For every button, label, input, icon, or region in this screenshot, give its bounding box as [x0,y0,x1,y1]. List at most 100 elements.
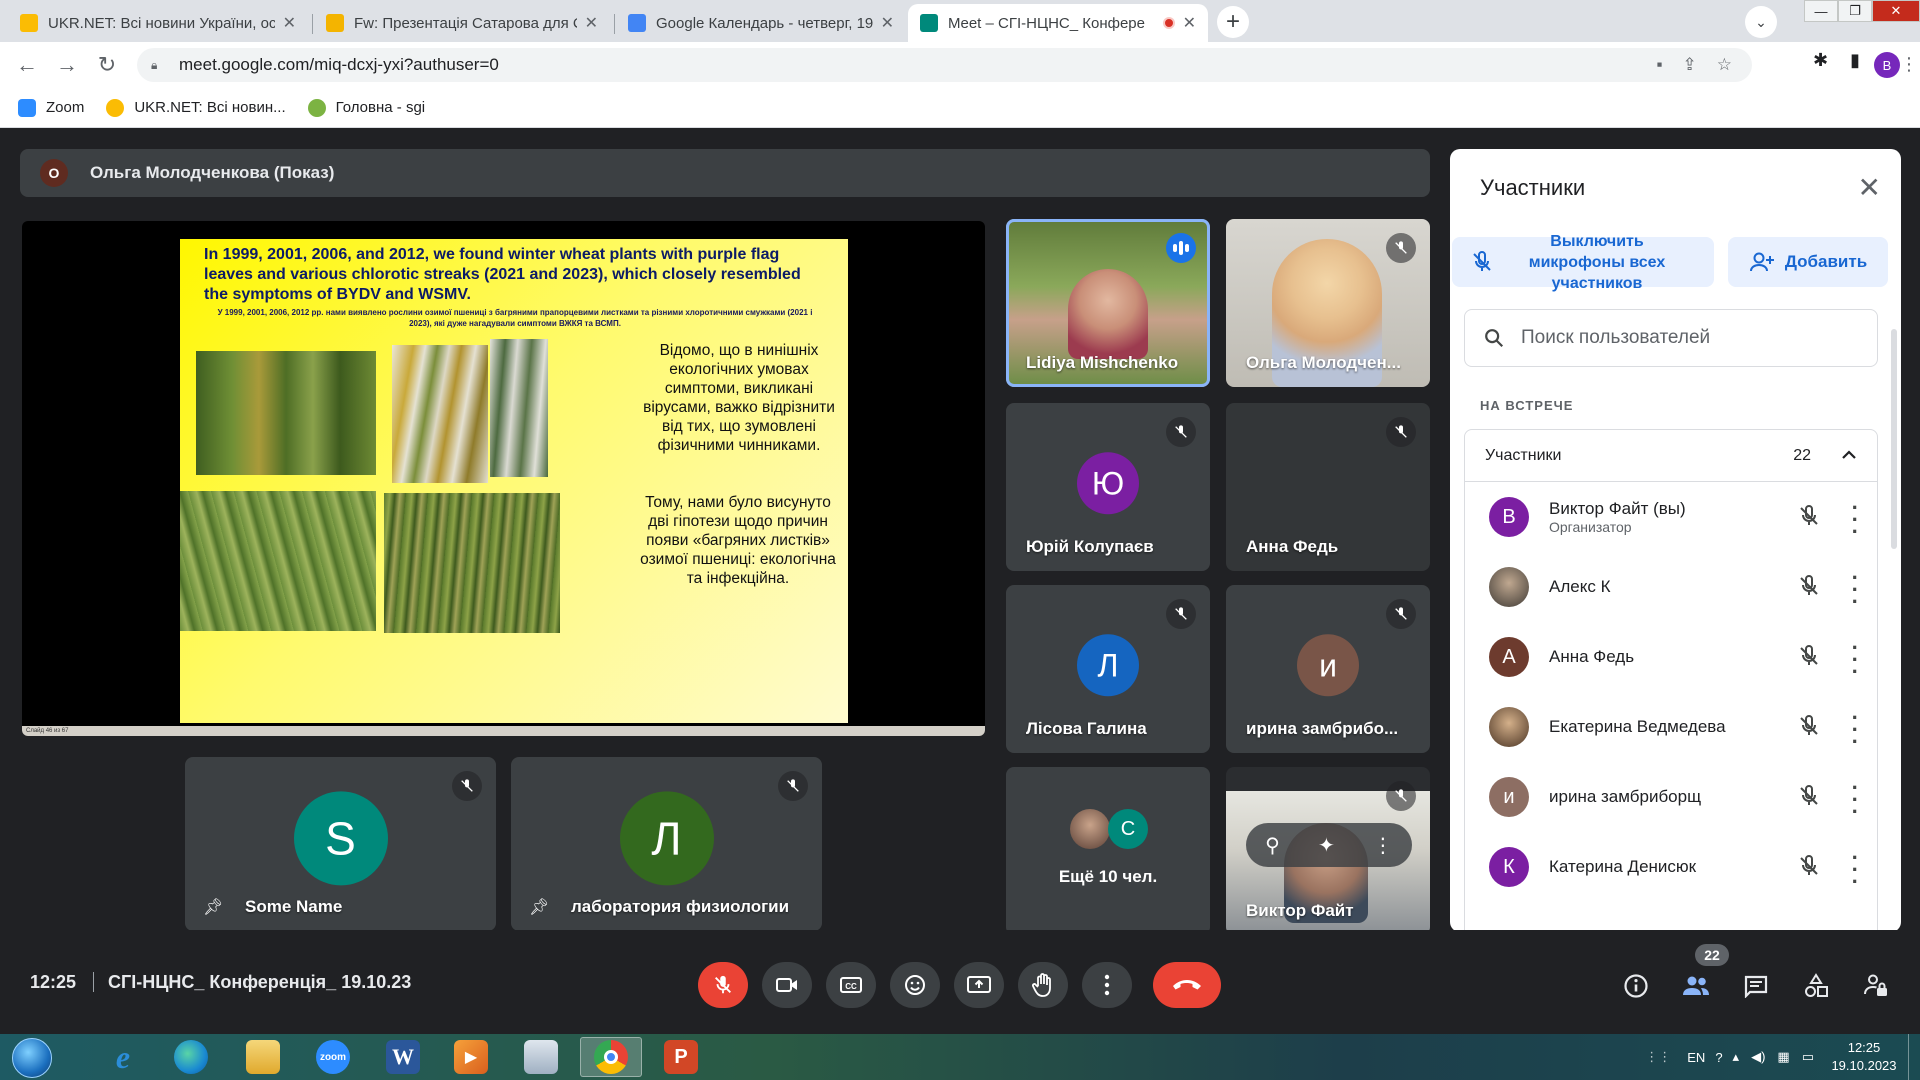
close-icon[interactable]: ✕ [1183,13,1196,33]
raise-hand-button[interactable] [1018,962,1068,1008]
more-options-icon[interactable]: · · · [1852,637,1859,683]
taskbar-chrome[interactable] [580,1037,642,1077]
share-icon[interactable]: ⇪ [1683,55,1697,75]
leave-call-button[interactable] [1153,962,1221,1008]
present-screen-button[interactable] [954,962,1004,1008]
participant-tile-some-name[interactable]: S 📌︎ Some Name [185,757,496,931]
participant-row[interactable]: В Виктор Файт (вы) Организатор · · · [1465,482,1877,552]
pin-icon[interactable]: 📌︎ [203,897,223,917]
mic-off-icon[interactable] [1797,504,1821,533]
network-icon[interactable]: ▦ [1777,1049,1789,1065]
back-arrow-icon[interactable]: ← [12,50,42,80]
more-participants-tile[interactable]: С Ещё 10 чел. [1006,767,1210,935]
bookmark-star-icon[interactable]: ☆ [1717,55,1732,75]
camera-blocked-icon[interactable]: ▪ [1656,55,1662,75]
taskbar-powerpoint[interactable]: P [650,1037,712,1077]
participant-tile-yuriy[interactable]: Ю Юрій Колупаєв [1006,403,1210,571]
participant-row[interactable]: К Катерина Денисюк · · · [1465,832,1877,902]
more-options-icon[interactable]: · · · [1852,567,1859,613]
mic-off-icon[interactable] [1797,854,1821,883]
tab-presentation[interactable]: Fw: Презентація Сатарова для С ✕ [314,4,610,42]
more-options-icon[interactable]: ⋮ [1373,833,1393,858]
participant-row[interactable]: Алекс К · · · [1465,552,1877,622]
start-windows-icon[interactable] [12,1038,52,1078]
tab-meet[interactable]: Meet – СГІ-НЦНС_ Конфере ✕ [908,4,1208,42]
pin-icon[interactable]: ⚲ [1265,833,1280,858]
participant-tile-viktor[interactable]: ⚲ ✦ ⋮ Виктор Файт [1226,767,1430,935]
close-icon[interactable]: ✕ [1858,171,1881,204]
restore-icon[interactable]: ❐ [1838,0,1872,22]
tab-search-button[interactable]: ⌄ [1745,6,1777,38]
volume-icon[interactable]: ◀) [1751,1049,1765,1065]
more-options-icon[interactable]: · · · [1852,707,1859,753]
taskbar-clock[interactable]: 12:25 19.10.2023 [1824,1039,1904,1075]
profile-avatar[interactable]: B [1874,52,1900,78]
taskbar-word[interactable]: W [372,1037,434,1077]
effects-sparkle-icon[interactable]: ✦ [1318,833,1335,858]
participant-tile-iryna[interactable]: и ирина замбрибо... [1226,585,1430,753]
action-center-icon[interactable]: ▭ [1802,1049,1814,1065]
mic-off-icon[interactable] [1797,574,1821,603]
extensions-puzzle-icon[interactable]: ✱ [1813,50,1828,71]
people-button[interactable] [1676,966,1716,1006]
chat-button[interactable] [1736,966,1776,1006]
captions-button[interactable]: CC [826,962,876,1008]
more-options-icon[interactable]: · · · [1852,497,1859,543]
participant-tile-olga[interactable]: Ольга Молодчен... [1226,219,1430,387]
taskbar-internet-explorer[interactable]: e [92,1037,154,1077]
people-icon [1683,976,1709,995]
show-desktop-button[interactable] [1908,1034,1920,1080]
taskbar-media-player[interactable]: ▶ [440,1037,502,1077]
participant-tile-lisova[interactable]: Л Лісова Галина [1006,585,1210,753]
reactions-button[interactable] [890,962,940,1008]
side-panel-icon[interactable]: ▮ [1850,50,1860,71]
close-icon[interactable]: ✕ [585,13,598,33]
panel-scrollbar[interactable] [1891,329,1897,549]
mic-off-icon[interactable] [1797,784,1821,813]
participant-tile-lab[interactable]: Л 📌︎ лаборатория физиологии [511,757,822,931]
taskbar-calculator[interactable] [510,1037,572,1077]
participants-group-header[interactable]: Участники 22 [1465,430,1877,482]
minimize-icon[interactable]: — [1804,0,1838,22]
tab-calendar[interactable]: Google Календарь - четверг, 19 ✕ [616,4,906,42]
taskbar-zoom[interactable]: zoom [302,1037,364,1077]
close-icon[interactable]: ✕ [881,13,894,33]
participant-row[interactable]: и ирина замбриборщ · · · [1465,762,1877,832]
participant-row[interactable]: А Анна Федь · · · [1465,622,1877,692]
window-close-icon[interactable]: ✕ [1872,0,1920,22]
chevron-up-icon[interactable] [1841,447,1857,465]
mic-off-icon[interactable] [1797,644,1821,673]
mute-all-button[interactable]: Выключить микрофоны всех участников [1452,233,1714,292]
search-input[interactable] [1521,327,1861,349]
bookmark-ukrnet[interactable]: UKR.NET: Всі новин... [106,98,286,117]
more-options-icon[interactable]: · · · [1852,777,1859,823]
help-icon[interactable]: ? [1715,1050,1722,1065]
pin-icon[interactable]: 📌︎ [529,897,549,917]
more-options-button[interactable] [1082,962,1132,1008]
chevron-up-icon[interactable]: ▴ [1733,1049,1740,1065]
add-people-button[interactable]: Добавить [1728,237,1888,287]
activities-button[interactable] [1796,966,1836,1006]
reload-icon[interactable]: ↻ [92,50,122,80]
host-controls-button[interactable] [1856,966,1896,1006]
tab-ukrnet[interactable]: UKR.NET: Всі новини України, ос ✕ [8,4,308,42]
bookmark-sgi[interactable]: Головна - sgi [307,98,425,117]
microphone-toggle-button[interactable] [698,962,748,1008]
mic-off-icon[interactable] [1797,714,1821,743]
forward-arrow-icon[interactable]: → [52,50,82,80]
bookmark-zoom[interactable]: Zoom [18,98,84,117]
address-bar[interactable]: 🔒︎ meet.google.com/miq-dcxj-yxi?authuser… [137,48,1752,82]
camera-toggle-button[interactable] [762,962,812,1008]
meeting-details-button[interactable] [1616,966,1656,1006]
new-tab-button[interactable]: + [1217,6,1249,38]
participant-row[interactable]: Екатерина Ведмедева · · · [1465,692,1877,762]
shared-screen[interactable]: In 1999, 2001, 2006, and 2012, we found … [22,221,985,736]
language-indicator[interactable]: EN [1687,1050,1705,1065]
more-options-icon[interactable]: · · · [1852,847,1859,893]
close-icon[interactable]: ✕ [283,13,296,33]
browser-menu-icon[interactable]: ⋮ [1900,54,1918,75]
taskbar-explorer[interactable] [232,1037,294,1077]
participant-tile-lidiya[interactable]: Lidiya Mishchenko [1006,219,1210,387]
participant-tile-anna[interactable]: Анна Федь [1226,403,1430,571]
taskbar-edge[interactable] [160,1037,222,1077]
